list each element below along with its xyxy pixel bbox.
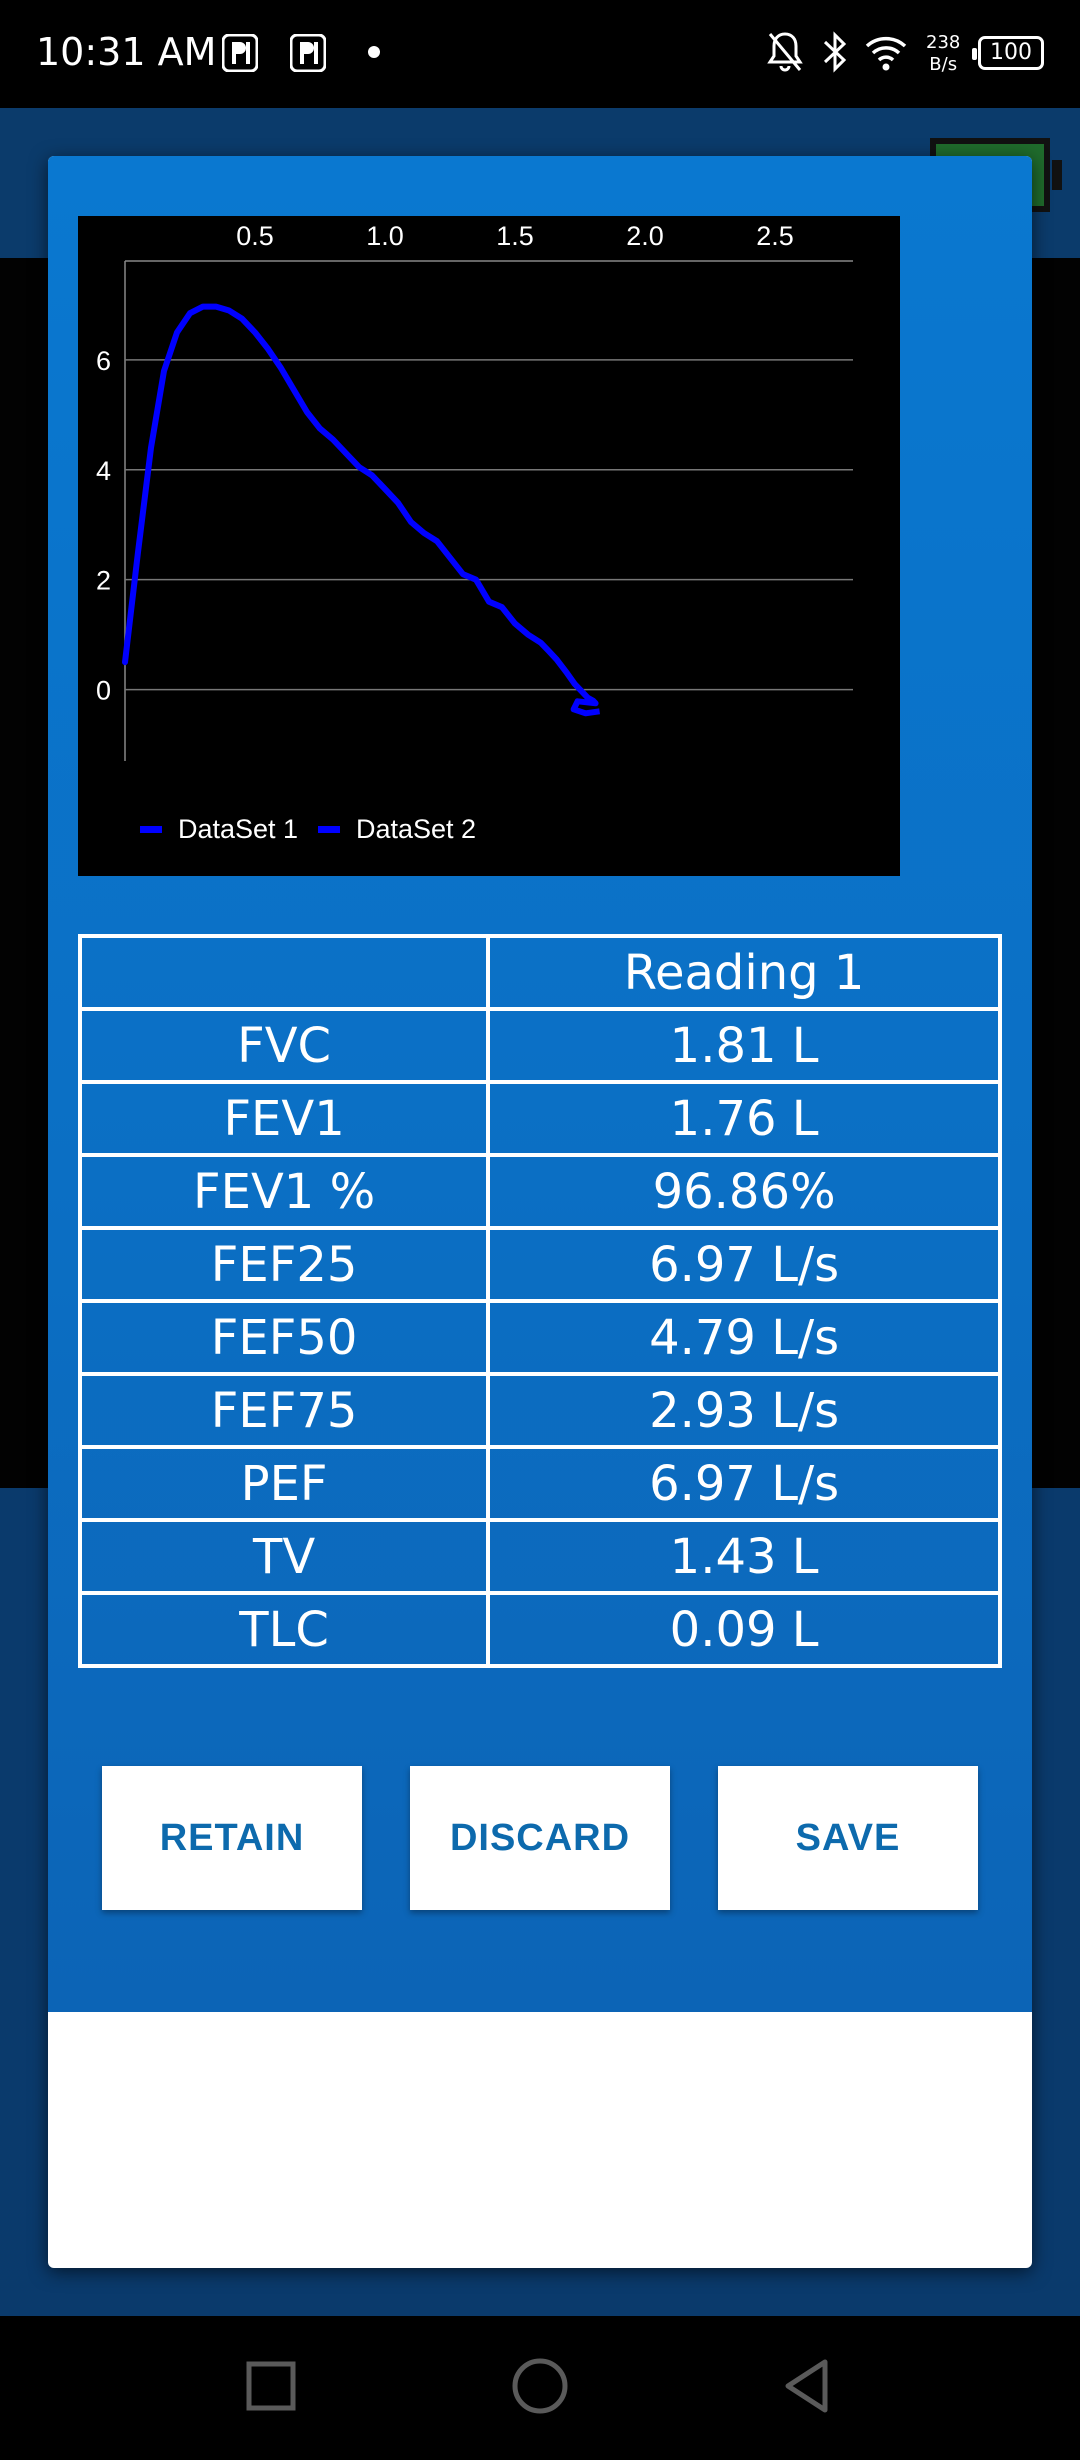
notification-dot: [368, 46, 380, 58]
discard-button[interactable]: DISCARD: [410, 1766, 670, 1910]
row-value: 1.76 L: [486, 1080, 1002, 1157]
row-label: TLC: [77, 1591, 491, 1668]
table-row: PEF 6.97 L/s: [77, 1445, 1002, 1522]
recents-square-icon[interactable]: [244, 2356, 300, 2416]
legend-swatch: [140, 826, 162, 833]
navigation-bar: [0, 2316, 1080, 2460]
wifi-icon: [865, 36, 907, 71]
row-label: FEF75: [77, 1372, 491, 1449]
x-tick-label: 1.0: [366, 221, 404, 251]
app-notification-icon: [290, 34, 326, 72]
table-row: TV 1.43 L: [77, 1518, 1002, 1595]
row-label: FEF25: [77, 1226, 491, 1303]
back-triangle-icon[interactable]: [780, 2356, 836, 2416]
y-tick-label: 6: [96, 346, 111, 376]
bluetooth-icon: [823, 31, 847, 73]
table-row: FVC 1.81 L: [77, 1007, 1002, 1084]
legend-swatch: [318, 826, 340, 833]
row-label: FEV1: [77, 1080, 491, 1157]
x-tick-label: 2.0: [626, 221, 664, 251]
legend-label: DataSet 2: [356, 814, 476, 844]
table-row: FEF25 6.97 L/s: [77, 1226, 1002, 1303]
x-tick-label: 2.5: [756, 221, 794, 251]
table-row: FEF50 4.79 L/s: [77, 1299, 1002, 1376]
row-label: FEV1 %: [77, 1153, 491, 1230]
row-value: 1.43 L: [486, 1518, 1002, 1595]
battery-icon: 100: [972, 36, 1044, 70]
results-dialog: 0 2 4 6 0.5 1.0 1.5 2.0 2.5 DataSet 1 DataSet 2 Re…: [48, 156, 1032, 2268]
table-header-row: Reading 1: [77, 934, 1002, 1011]
home-circle-icon[interactable]: [510, 2356, 570, 2416]
table-row: FEF75 2.93 L/s: [77, 1372, 1002, 1449]
x-tick-label: 0.5: [236, 221, 274, 251]
table-header-cell: Reading 1: [486, 934, 1002, 1011]
table-row: FEV1 % 96.86%: [77, 1153, 1002, 1230]
chart-canvas: 0 2 4 6 0.5 1.0 1.5 2.0 2.5 DataSet 1 DataSet 2: [96, 221, 853, 844]
network-speed: 238 B/s: [926, 32, 961, 75]
row-label: FEF50: [77, 1299, 491, 1376]
y-tick-label: 0: [96, 676, 111, 706]
flow-volume-chart: 0 2 4 6 0.5 1.0 1.5 2.0 2.5 DataSet 1 DataSet 2: [78, 216, 900, 876]
status-bar: 10:31 AM 238 B/s 100: [0, 0, 1080, 108]
row-label: PEF: [77, 1445, 491, 1522]
table-header-cell: [77, 934, 491, 1011]
retain-button[interactable]: RETAIN: [102, 1766, 362, 1910]
row-value: 6.97 L/s: [486, 1226, 1002, 1303]
legend-label: DataSet 1: [178, 814, 298, 844]
row-label: FVC: [77, 1007, 491, 1084]
y-tick-label: 4: [96, 456, 111, 486]
series-line: [122, 303, 599, 707]
row-value: 1.81 L: [486, 1007, 1002, 1084]
row-value: 96.86%: [486, 1153, 1002, 1230]
save-button[interactable]: SAVE: [718, 1766, 978, 1910]
x-tick-label: 1.5: [496, 221, 534, 251]
row-label: TV: [77, 1518, 491, 1595]
row-value: 0.09 L: [486, 1591, 1002, 1668]
mute-bell-icon: [767, 32, 803, 72]
table-row: FEV1 1.76 L: [77, 1080, 1002, 1157]
results-table: Reading 1 FVC 1.81 L FEV1 1.76 L FEV1 % …: [77, 934, 1002, 1668]
row-value: 4.79 L/s: [486, 1299, 1002, 1376]
row-value: 2.93 L/s: [486, 1372, 1002, 1449]
app-notification-icon: [222, 34, 258, 72]
clock: 10:31 AM: [36, 30, 217, 74]
y-tick-label: 2: [96, 566, 111, 596]
dialog-body: 0 2 4 6 0.5 1.0 1.5 2.0 2.5 DataSet 1 DataSet 2 Re…: [48, 156, 1032, 2012]
table-row: TLC 0.09 L: [77, 1591, 1002, 1668]
row-value: 6.97 L/s: [486, 1445, 1002, 1522]
